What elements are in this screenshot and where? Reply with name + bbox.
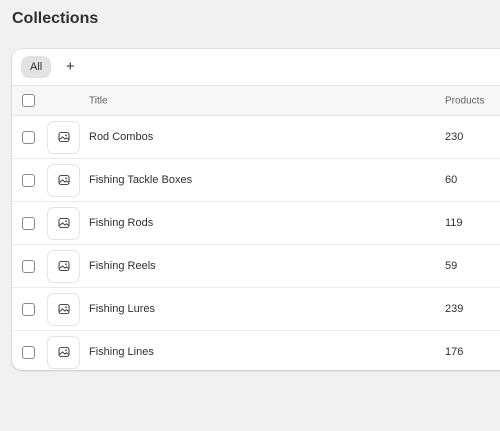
table-row[interactable]: Fishing Lures 239 xyxy=(12,288,500,331)
column-header-products[interactable]: Products xyxy=(445,95,484,106)
table-header: Title Products xyxy=(12,86,500,116)
collection-title[interactable]: Fishing Tackle Boxes xyxy=(89,174,192,186)
row-checkbox[interactable] xyxy=(22,130,35,144)
products-count: 239 xyxy=(445,303,464,315)
image-placeholder-icon[interactable] xyxy=(47,120,80,154)
table-row[interactable]: Rod Combos 230 xyxy=(12,116,500,159)
table-row[interactable]: Fishing Tackle Boxes 60 xyxy=(12,159,500,202)
collections-card: All + Title Products Rod Combos 230 Fish… xyxy=(12,49,500,370)
products-count: 60 xyxy=(445,174,458,186)
row-checkbox[interactable] xyxy=(22,345,35,359)
row-checkbox[interactable] xyxy=(22,302,35,316)
select-all-checkbox[interactable] xyxy=(22,94,35,107)
products-count: 59 xyxy=(445,260,458,272)
table-row[interactable]: Fishing Rods 119 xyxy=(12,202,500,245)
row-checkbox[interactable] xyxy=(22,259,35,273)
collection-title[interactable]: Fishing Lines xyxy=(89,346,154,358)
table-body: Rod Combos 230 Fishing Tackle Boxes 60 F… xyxy=(12,116,500,370)
table-row[interactable]: Fishing Lines 176 xyxy=(12,331,500,370)
table-row[interactable]: Fishing Reels 59 xyxy=(12,245,500,288)
collection-title[interactable]: Fishing Reels xyxy=(89,260,156,272)
image-placeholder-icon[interactable] xyxy=(47,206,80,240)
products-count: 119 xyxy=(445,217,463,229)
products-count: 230 xyxy=(445,131,464,143)
image-placeholder-icon[interactable] xyxy=(47,335,80,369)
image-placeholder-icon[interactable] xyxy=(47,163,80,197)
add-tab-button[interactable]: + xyxy=(63,56,77,78)
products-count: 176 xyxy=(445,346,464,358)
image-placeholder-icon[interactable] xyxy=(47,292,80,326)
row-checkbox[interactable] xyxy=(22,216,35,230)
page-title: Collections xyxy=(12,10,99,27)
column-header-title[interactable]: Title xyxy=(89,95,108,106)
tab-all[interactable]: All xyxy=(21,56,52,78)
collection-title[interactable]: Fishing Rods xyxy=(89,217,153,229)
row-checkbox[interactable] xyxy=(22,173,35,187)
collection-title[interactable]: Rod Combos xyxy=(89,131,153,143)
collection-title[interactable]: Fishing Lures xyxy=(89,303,155,315)
image-placeholder-icon[interactable] xyxy=(47,249,80,283)
tab-bar: All + xyxy=(12,49,500,86)
